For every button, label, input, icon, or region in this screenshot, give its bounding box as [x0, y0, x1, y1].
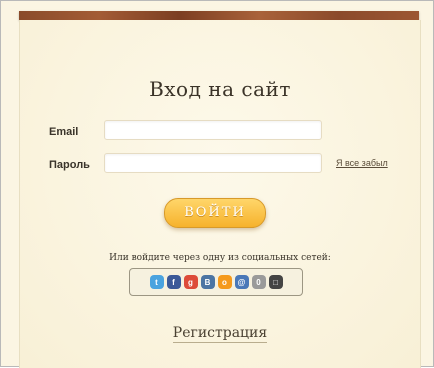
social-login-caption: Или войдите через одну из социальных сет…	[109, 253, 331, 263]
page-title: Вход на сайт	[149, 77, 291, 101]
password-label: Пароль	[49, 159, 90, 171]
login-button[interactable]: ВОЙТИ	[164, 198, 266, 228]
openid-icon[interactable]: 0	[251, 275, 266, 289]
forgot-password-link[interactable]: Я все забыл	[336, 158, 388, 168]
email-field[interactable]	[104, 120, 322, 140]
social-login-bar: t f g Bo @0 □	[129, 268, 303, 296]
login-panel: Вход на сайт Email Пароль Я все забыл ВО…	[19, 20, 421, 368]
email-label: Email	[49, 126, 79, 138]
register-link[interactable]: Регистрация	[172, 325, 268, 343]
google-icon[interactable]: g	[183, 275, 198, 289]
vkontakte-icon[interactable]: B	[200, 275, 215, 289]
register-link-wrap: Регистрация	[20, 325, 420, 343]
page-frame: Вход на сайт Email Пароль Я все забыл ВО…	[0, 0, 434, 368]
mailru-icon[interactable]: @	[234, 275, 249, 289]
password-field[interactable]	[104, 153, 322, 173]
header-wood-strip	[19, 11, 419, 20]
livejournal-icon[interactable]: □	[268, 275, 283, 289]
facebook-icon[interactable]: f	[166, 275, 181, 289]
odnoklassniki-icon[interactable]: o	[217, 275, 232, 289]
twitter-icon[interactable]: t	[149, 275, 164, 289]
